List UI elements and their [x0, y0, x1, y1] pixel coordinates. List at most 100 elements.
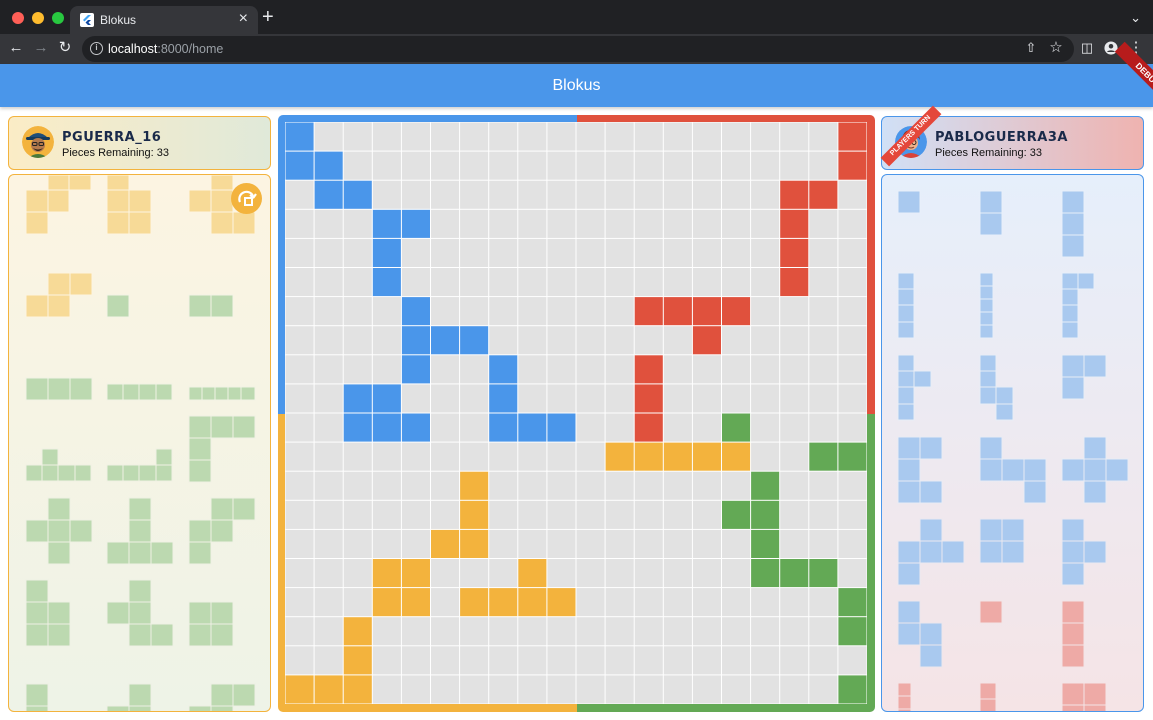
board-cell-empty[interactable]	[634, 209, 663, 238]
board-cell-empty[interactable]	[780, 355, 809, 384]
board-cell-empty[interactable]	[285, 559, 314, 588]
board-cell-empty[interactable]	[576, 413, 605, 442]
board-cell-empty[interactable]	[576, 471, 605, 500]
board-cell-filled[interactable]	[460, 529, 489, 558]
board-cell-empty[interactable]	[372, 529, 401, 558]
board-cell-empty[interactable]	[489, 180, 518, 209]
board-cell-empty[interactable]	[663, 471, 692, 500]
board-cell-filled[interactable]	[343, 617, 372, 646]
chevron-down-icon[interactable]: ⌄	[1130, 10, 1141, 26]
board-cell-empty[interactable]	[605, 238, 634, 267]
board-cell-empty[interactable]	[663, 384, 692, 413]
board-cell-empty[interactable]	[343, 442, 372, 471]
board-cell-empty[interactable]	[605, 326, 634, 355]
board-cell-empty[interactable]	[605, 297, 634, 326]
board-cell-empty[interactable]	[751, 384, 780, 413]
board-cell-filled[interactable]	[663, 442, 692, 471]
board-cell-empty[interactable]	[634, 151, 663, 180]
board-cell-empty[interactable]	[547, 151, 576, 180]
board-cell-filled[interactable]	[372, 384, 401, 413]
piece[interactable]	[979, 682, 997, 712]
board-cell-filled[interactable]	[751, 559, 780, 588]
board-cell-empty[interactable]	[751, 646, 780, 675]
board-cell-empty[interactable]	[547, 675, 576, 704]
board-cell-empty[interactable]	[285, 180, 314, 209]
board-cell-empty[interactable]	[518, 355, 547, 384]
board-cell-empty[interactable]	[576, 209, 605, 238]
board-cell-empty[interactable]	[285, 326, 314, 355]
board-cell-empty[interactable]	[692, 355, 721, 384]
board-cell-filled[interactable]	[285, 151, 314, 180]
piece[interactable]	[897, 190, 921, 214]
board-cell-empty[interactable]	[751, 297, 780, 326]
board-cell-empty[interactable]	[634, 268, 663, 297]
board-cell-filled[interactable]	[634, 297, 663, 326]
board-cell-empty[interactable]	[663, 413, 692, 442]
board-cell-empty[interactable]	[692, 413, 721, 442]
board-cell-filled[interactable]	[838, 122, 867, 151]
board-cell-empty[interactable]	[547, 268, 576, 297]
piece[interactable]	[25, 448, 92, 482]
board-cell-filled[interactable]	[634, 355, 663, 384]
piece[interactable]	[188, 386, 256, 401]
board-cell-empty[interactable]	[547, 617, 576, 646]
board-cell-empty[interactable]	[314, 268, 343, 297]
board-cell-empty[interactable]	[431, 413, 460, 442]
board-cell-filled[interactable]	[722, 297, 751, 326]
board-cell-empty[interactable]	[285, 500, 314, 529]
board-cell-empty[interactable]	[576, 238, 605, 267]
board-cell-empty[interactable]	[431, 500, 460, 529]
board-cell-empty[interactable]	[809, 588, 838, 617]
board-cell-filled[interactable]	[663, 297, 692, 326]
board-cell-empty[interactable]	[518, 268, 547, 297]
piece[interactable]	[106, 294, 130, 318]
close-window-button[interactable]	[12, 12, 24, 24]
board-cell-empty[interactable]	[838, 559, 867, 588]
board-cell-empty[interactable]	[518, 529, 547, 558]
board-cell-empty[interactable]	[314, 529, 343, 558]
board-cell-filled[interactable]	[343, 413, 372, 442]
board-cell-empty[interactable]	[722, 646, 751, 675]
piece[interactable]	[1061, 436, 1129, 504]
board-cell-empty[interactable]	[518, 238, 547, 267]
board-cell-empty[interactable]	[314, 500, 343, 529]
board-cell-empty[interactable]	[489, 297, 518, 326]
board-cell-empty[interactable]	[343, 268, 372, 297]
board-cell-empty[interactable]	[838, 238, 867, 267]
board-cell-filled[interactable]	[489, 588, 518, 617]
board-cell-empty[interactable]	[605, 588, 634, 617]
board-cell-empty[interactable]	[576, 588, 605, 617]
board-cell-empty[interactable]	[605, 151, 634, 180]
board-cell-empty[interactable]	[576, 559, 605, 588]
board-cell-filled[interactable]	[460, 588, 489, 617]
board-cell-filled[interactable]	[489, 413, 518, 442]
board-cell-empty[interactable]	[722, 268, 751, 297]
side-panel-icon[interactable]: ◫	[1078, 39, 1096, 57]
board-cell-empty[interactable]	[518, 326, 547, 355]
board-cell-empty[interactable]	[605, 355, 634, 384]
board-cell-empty[interactable]	[809, 122, 838, 151]
board-cell-empty[interactable]	[838, 180, 867, 209]
board-cell-empty[interactable]	[431, 355, 460, 384]
board-cell-empty[interactable]	[751, 355, 780, 384]
board-cell-empty[interactable]	[285, 413, 314, 442]
board-cell-empty[interactable]	[372, 297, 401, 326]
board-cell-empty[interactable]	[372, 500, 401, 529]
board-cell-empty[interactable]	[314, 238, 343, 267]
board-cell-empty[interactable]	[431, 442, 460, 471]
piece[interactable]	[106, 383, 173, 401]
board-cell-empty[interactable]	[401, 384, 430, 413]
board-cell-empty[interactable]	[605, 209, 634, 238]
board-cell-empty[interactable]	[576, 646, 605, 675]
board-cell-empty[interactable]	[809, 617, 838, 646]
board-cell-empty[interactable]	[431, 471, 460, 500]
board-cell-empty[interactable]	[722, 588, 751, 617]
board-cell-empty[interactable]	[460, 209, 489, 238]
piece[interactable]	[1061, 682, 1107, 712]
board-cell-empty[interactable]	[372, 326, 401, 355]
board-cell-empty[interactable]	[401, 471, 430, 500]
board-cell-filled[interactable]	[460, 471, 489, 500]
board-cell-filled[interactable]	[634, 413, 663, 442]
board-cell-filled[interactable]	[518, 413, 547, 442]
board-cell-empty[interactable]	[838, 268, 867, 297]
